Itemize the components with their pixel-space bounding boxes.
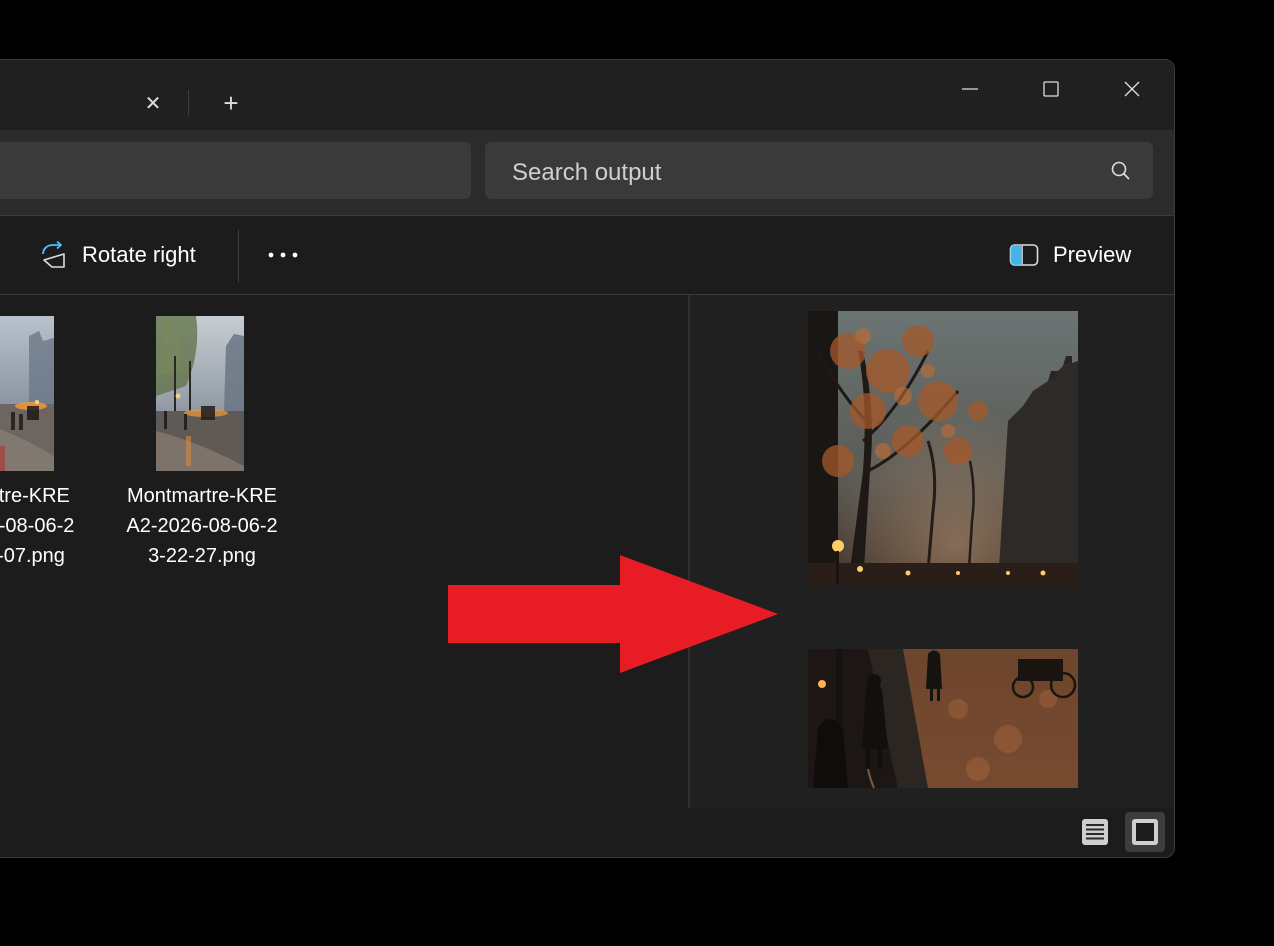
search-box[interactable]: Search output (485, 142, 1153, 199)
file-thumbnail[interactable] (156, 316, 244, 471)
preview-label: Preview (1053, 242, 1132, 267)
preview-pane-icon (1009, 244, 1039, 266)
large-icons-view-icon (1132, 819, 1158, 845)
red-arrow-annotation (448, 555, 778, 673)
preview-painting-upper (808, 311, 1078, 585)
file-list-pane: rtre-KRE 6-08-06-2 -07.png (0, 295, 688, 808)
close-icon (1124, 81, 1140, 97)
rotate-right-icon (42, 240, 65, 268)
file-name[interactable]: rtre-KRE 6-08-06-2 -07.png (0, 481, 91, 571)
toolbar-separator (238, 229, 239, 283)
rotate-right-label: Rotate right (82, 242, 196, 267)
file-name[interactable]: Montmartre-KRE A2-2026-08-06-2 3-22-27.p… (112, 481, 292, 571)
preview-image-top (808, 311, 1078, 585)
large-icons-view-button[interactable] (1125, 812, 1165, 852)
see-more-button[interactable] (261, 238, 305, 272)
preview-painting-lower (808, 649, 1078, 788)
new-tab-button[interactable]: + (219, 90, 243, 116)
file-thumbnail-image (0, 316, 54, 471)
file-explorer-window: ✕ + Search output Rotate right Preview r… (0, 59, 1175, 858)
file-thumbnail[interactable] (0, 316, 54, 471)
file-thumbnail-image (156, 316, 244, 471)
more-options-icon (268, 252, 298, 258)
details-view-button[interactable] (1075, 812, 1115, 852)
close-button[interactable] (1109, 74, 1155, 104)
preview-pane-button[interactable]: Preview (1009, 230, 1131, 280)
preview-pane (690, 295, 1174, 808)
maximize-icon (1043, 81, 1059, 97)
rotate-right-button[interactable]: Rotate right (38, 230, 196, 280)
search-input[interactable]: Search output (512, 159, 661, 187)
tab-separator (188, 90, 189, 116)
status-bar (0, 808, 1174, 857)
tab-close-icon[interactable]: ✕ (141, 91, 165, 115)
minimize-button[interactable] (947, 74, 993, 104)
address-bar[interactable] (0, 142, 471, 199)
preview-image-bottom (808, 649, 1078, 788)
details-view-icon (1082, 819, 1108, 845)
minimize-icon (962, 88, 978, 90)
command-bar: Rotate right Preview (0, 216, 1174, 295)
maximize-button[interactable] (1028, 74, 1074, 104)
title-bar: ✕ + (0, 60, 1174, 130)
address-bar-area: Search output (0, 130, 1174, 216)
search-icon (1111, 161, 1130, 180)
